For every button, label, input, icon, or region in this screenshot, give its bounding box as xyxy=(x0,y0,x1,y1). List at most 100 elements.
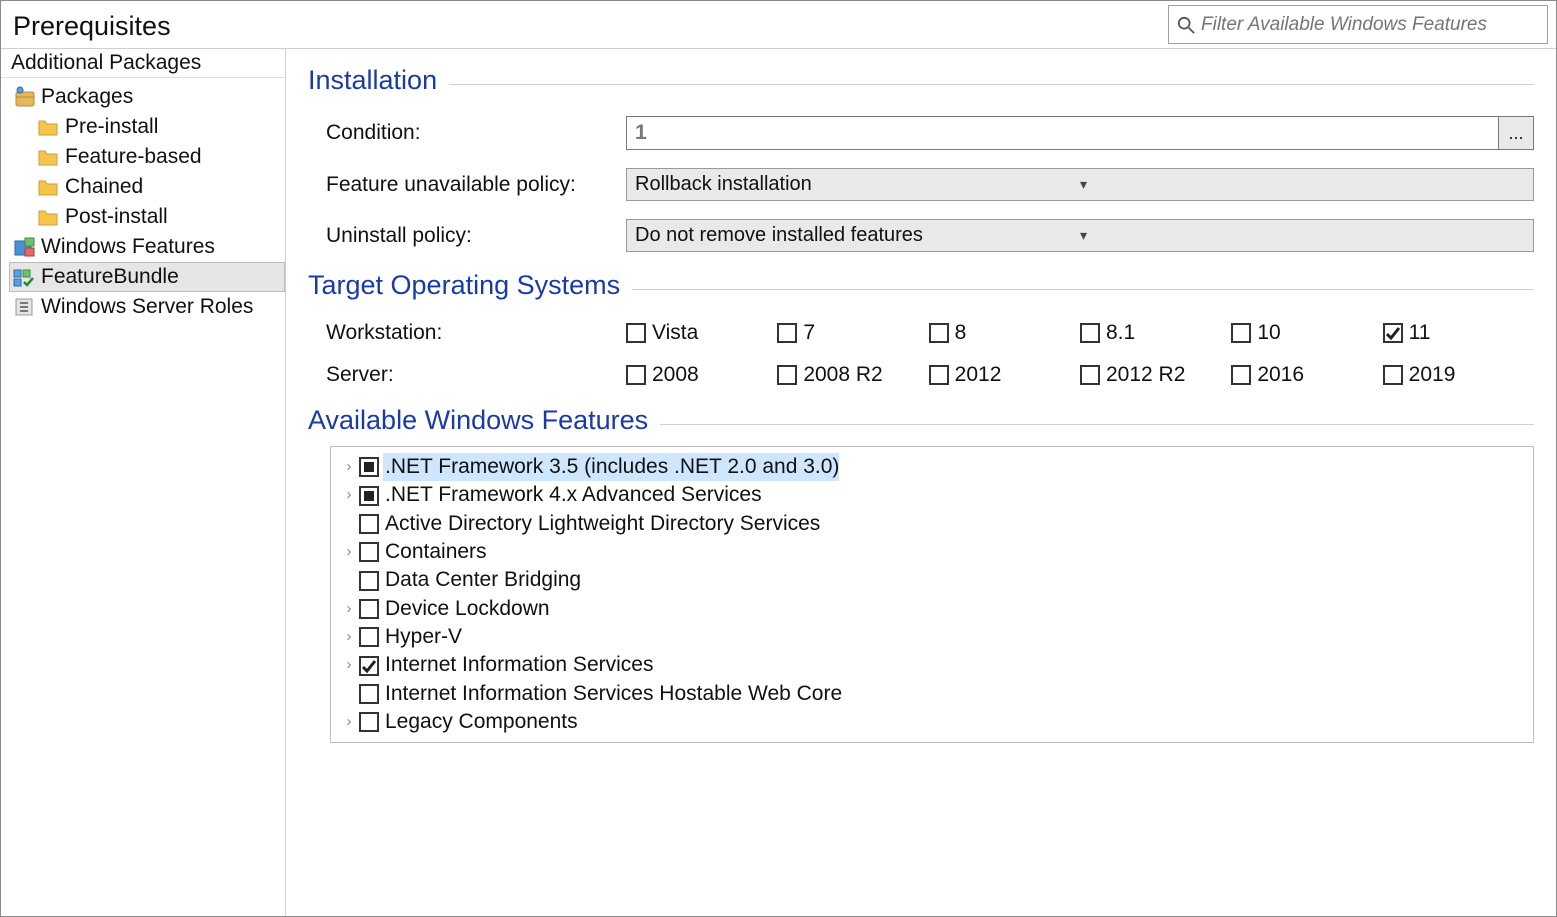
feature-row[interactable]: Data Center Bridging xyxy=(331,566,1533,594)
feature-row[interactable]: ›Internet Information Services xyxy=(331,651,1533,679)
bundle-icon xyxy=(13,266,35,288)
checkbox-icon xyxy=(929,323,949,343)
search-icon xyxy=(1177,16,1195,34)
sidebar-item-label: Packages xyxy=(41,85,133,109)
checkbox-icon xyxy=(777,365,797,385)
page-title: Prerequisites xyxy=(1,1,1168,48)
sidebar-item-label: Feature-based xyxy=(65,145,202,169)
expand-icon[interactable]: › xyxy=(341,627,357,647)
filter-input[interactable] xyxy=(1199,13,1539,37)
sidebar-item-label: Windows Server Roles xyxy=(41,295,253,319)
feature-label: .NET Framework 3.5 (includes .NET 2.0 an… xyxy=(383,453,839,481)
checkbox-icon xyxy=(1383,365,1403,385)
feature-row[interactable]: Active Directory Lightweight Directory S… xyxy=(331,510,1533,538)
server-checkbox-2012r2[interactable]: 2012 R2 xyxy=(1080,363,1231,387)
feature-row[interactable]: › Containers xyxy=(331,538,1533,566)
checkbox-icon xyxy=(626,365,646,385)
feature-row[interactable]: › .NET Framework 4.x Advanced Services xyxy=(331,481,1533,509)
workstation-checkbox-7[interactable]: 7 xyxy=(777,321,928,345)
feature-row[interactable]: › .NET Framework 3.5 (includes .NET 2.0 a… xyxy=(331,453,1533,481)
feature-label: .NET Framework 4.x Advanced Services xyxy=(383,481,762,509)
section-target-os: Target Operating Systems xyxy=(308,270,1534,301)
workstation-checkbox-10[interactable]: 10 xyxy=(1231,321,1382,345)
checkbox-icon xyxy=(1231,365,1251,385)
sidebar-item-packages[interactable]: Packages xyxy=(9,82,285,112)
sidebar-header: Additional Packages xyxy=(1,49,285,78)
roles-icon xyxy=(13,296,35,318)
checkbox-icon xyxy=(1080,323,1100,343)
unavailable-policy-value: Rollback installation xyxy=(635,173,1080,196)
sidebar-item-feature-bundle[interactable]: FeatureBundle xyxy=(9,262,285,292)
expand-icon[interactable]: › xyxy=(341,457,357,477)
workstation-checkbox-81[interactable]: 8.1 xyxy=(1080,321,1231,345)
feature-row[interactable]: ›Legacy Components xyxy=(331,708,1533,736)
feature-checkbox[interactable] xyxy=(359,486,379,506)
main-pane: Installation Condition: ... Feature unav… xyxy=(286,49,1556,916)
condition-label: Condition: xyxy=(326,121,626,145)
uninstall-policy-combo[interactable]: Do not remove installed features ▾ xyxy=(626,219,1534,252)
expand-icon[interactable]: › xyxy=(341,485,357,505)
server-checkbox-2008[interactable]: 2008 xyxy=(626,363,777,387)
unavailable-policy-combo[interactable]: Rollback installation ▾ xyxy=(626,168,1534,201)
server-label: Server: xyxy=(326,363,626,387)
uninstall-policy-value: Do not remove installed features xyxy=(635,224,1080,247)
sidebar-item-label: Pre-install xyxy=(65,115,158,139)
sidebar-item-windows-server-roles[interactable]: Windows Server Roles xyxy=(9,292,285,322)
checkbox-icon xyxy=(1080,365,1100,385)
checkbox-label: 11 xyxy=(1409,321,1431,345)
checkbox-label: 2008 R2 xyxy=(803,363,882,387)
folder-icon xyxy=(37,146,59,168)
checkbox-icon xyxy=(626,323,646,343)
feature-checkbox[interactable] xyxy=(359,627,379,647)
expand-icon[interactable]: › xyxy=(341,712,357,732)
chevron-down-icon: ▾ xyxy=(1080,176,1525,193)
checkbox-label: 2019 xyxy=(1409,363,1456,387)
workstation-checkbox-11[interactable]: 11 xyxy=(1383,321,1534,345)
feature-checkbox[interactable] xyxy=(359,656,379,676)
winfeat-icon xyxy=(13,236,35,258)
sidebar-item-feature-based[interactable]: Feature-based xyxy=(9,142,285,172)
sidebar-item-chained[interactable]: Chained xyxy=(9,172,285,202)
feature-label: Device Lockdown xyxy=(383,595,550,623)
feature-label: Data Center Bridging xyxy=(383,566,581,594)
sidebar-item-label: Windows Features xyxy=(41,235,215,259)
checkbox-icon xyxy=(777,323,797,343)
checkbox-label: 10 xyxy=(1257,321,1280,345)
workstation-label: Workstation: xyxy=(326,321,626,345)
feature-checkbox[interactable] xyxy=(359,571,379,591)
sidebar-item-post-install[interactable]: Post-install xyxy=(9,202,285,232)
feature-row[interactable]: Internet Information Services Hostable W… xyxy=(331,680,1533,708)
chevron-down-icon: ▾ xyxy=(1080,227,1525,244)
checkbox-label: 8.1 xyxy=(1106,321,1135,345)
feature-checkbox[interactable] xyxy=(359,684,379,704)
workstation-checkbox-8[interactable]: 8 xyxy=(929,321,1080,345)
sidebar: Additional Packages Packages Pre-install F… xyxy=(1,49,286,916)
checkbox-label: Vista xyxy=(652,321,698,345)
condition-input[interactable] xyxy=(626,116,1499,150)
expand-icon[interactable]: › xyxy=(341,542,357,562)
checkbox-icon xyxy=(1383,323,1403,343)
feature-label: Containers xyxy=(383,538,487,566)
sidebar-item-windows-features[interactable]: Windows Features xyxy=(9,232,285,262)
feature-checkbox[interactable] xyxy=(359,712,379,732)
server-checkbox-2019[interactable]: 2019 xyxy=(1383,363,1534,387)
expand-icon[interactable]: › xyxy=(341,599,357,619)
feature-checkbox[interactable] xyxy=(359,542,379,562)
uninstall-policy-label: Uninstall policy: xyxy=(326,224,626,248)
sidebar-item-pre-install[interactable]: Pre-install xyxy=(9,112,285,142)
expand-icon[interactable]: › xyxy=(341,655,357,675)
available-features-tree[interactable]: › .NET Framework 3.5 (includes .NET 2.0 a… xyxy=(330,446,1534,743)
feature-checkbox[interactable] xyxy=(359,457,379,477)
condition-browse-button[interactable]: ... xyxy=(1498,116,1534,150)
feature-row[interactable]: ›Hyper-V xyxy=(331,623,1533,651)
server-checkbox-2008r2[interactable]: 2008 R2 xyxy=(777,363,928,387)
section-target-os-label: Target Operating Systems xyxy=(308,270,620,301)
feature-checkbox[interactable] xyxy=(359,514,379,534)
filter-search-box[interactable] xyxy=(1168,5,1548,44)
server-checkbox-2016[interactable]: 2016 xyxy=(1231,363,1382,387)
feature-row[interactable]: › Device Lockdown xyxy=(331,595,1533,623)
server-checkbox-2012[interactable]: 2012 xyxy=(929,363,1080,387)
feature-checkbox[interactable] xyxy=(359,599,379,619)
workstation-checkbox-vista[interactable]: Vista xyxy=(626,321,777,345)
section-available-features-label: Available Windows Features xyxy=(308,405,648,436)
